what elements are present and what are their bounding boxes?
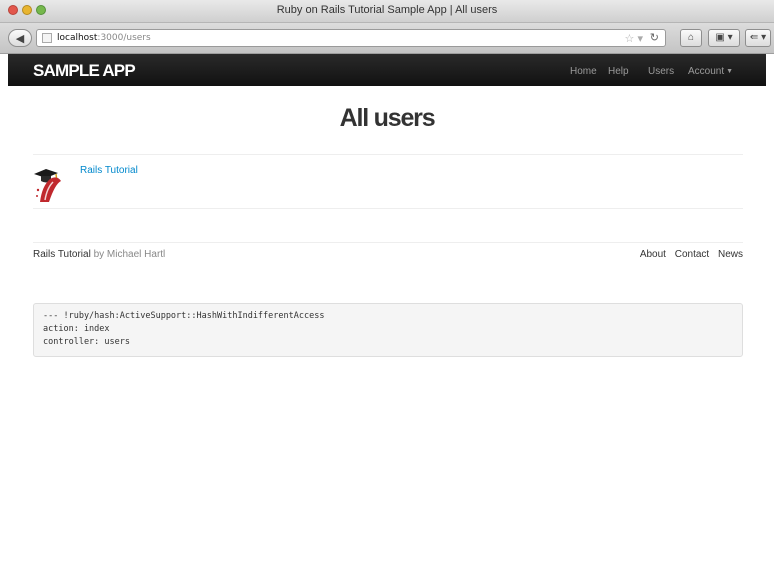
footer-brand-link[interactable]: Rails Tutorial [33,249,91,260]
home-icon: ⌂ [687,32,695,43]
debug-line: action: index [43,324,110,334]
window-title: Ruby on Rails Tutorial Sample App | All … [276,4,498,16]
nav-help[interactable]: Help [608,66,629,77]
user-list-item: Rails Tutorial [33,162,743,202]
user-name-link[interactable]: Rails Tutorial [80,165,138,176]
debug-line: controller: users [43,337,130,347]
nav-home[interactable]: Home [570,66,597,77]
nav-users[interactable]: Users [648,66,674,77]
reload-icon[interactable]: ↻ [650,31,659,44]
page-content: SAMPLE APP Home Help Users Account ▼ All … [8,54,766,570]
page-icon [42,33,52,43]
site-navbar: SAMPLE APP Home Help Users Account ▼ [8,54,766,86]
footer-about-link[interactable]: About [640,249,666,260]
site-footer: Rails Tutorial by Michael Hartl About Co… [33,249,743,265]
divider [33,208,743,209]
user-avatar[interactable] [33,162,73,204]
nav-account-label: Account [688,66,725,77]
back-button[interactable]: ◀ [8,29,32,47]
home-button[interactable]: ⌂ [680,29,702,47]
browser-toolbar: ◀ localhost:3000/users ☆ ▾ ↻ ⌂ ▣ ▾ ⇚ ▾ [0,23,774,54]
footer-author: by Michael Hartl [93,249,166,260]
footer-news-link[interactable]: News [718,249,743,260]
address-bar[interactable]: localhost:3000/users ☆ ▾ ↻ [36,29,666,47]
back-arrow-icon: ◀ [15,33,25,45]
divider [33,242,743,243]
url-text: localhost:3000/users [57,33,151,43]
bookmark-star-icon[interactable]: ☆ ▾ [625,32,643,45]
page-title: All users [339,104,436,132]
url-host: localhost [57,33,98,43]
debug-line: --- !ruby/hash:ActiveSupport::HashWithIn… [43,311,325,321]
footer-links: About Contact News [634,249,743,260]
chevron-down-icon: ▼ [726,68,734,75]
bookmarks-button[interactable]: ▣ ▾ [708,29,740,47]
site-logo[interactable]: SAMPLE APP [33,61,136,81]
bookmarks-icon: ▣ ▾ [715,32,733,43]
browser-window: Ruby on Rails Tutorial Sample App | All … [0,0,774,570]
tools-icon: ⇚ ▾ [749,32,767,43]
footer-contact-link[interactable]: Contact [675,249,709,260]
url-path: :3000/users [97,33,151,43]
window-titlebar: Ruby on Rails Tutorial Sample App | All … [0,0,774,23]
divider [33,154,743,155]
nav-account-dropdown[interactable]: Account ▼ [688,66,733,77]
tools-button[interactable]: ⇚ ▾ [745,29,771,47]
debug-info-block: --- !ruby/hash:ActiveSupport::HashWithIn… [33,303,743,357]
